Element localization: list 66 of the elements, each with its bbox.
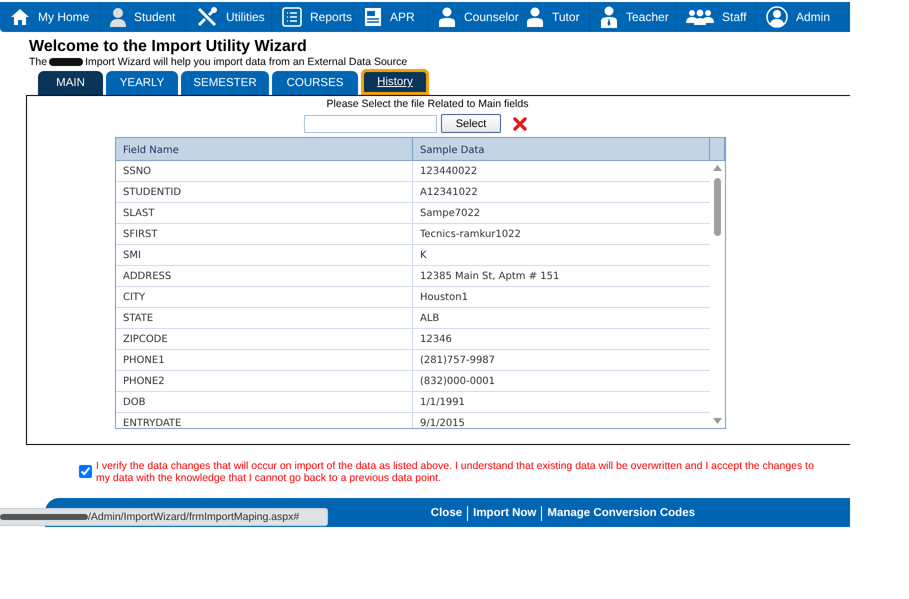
table-cell: SLAST xyxy=(116,203,413,223)
redaction-mark xyxy=(49,58,84,66)
table-cell: ENTRYDATE xyxy=(116,413,413,428)
nav-item[interactable]: Counselor xyxy=(428,2,516,32)
table-cell: SFIRST xyxy=(116,224,413,244)
nav-item[interactable]: Reports xyxy=(272,2,354,32)
nav-item[interactable]: Admin xyxy=(756,2,850,32)
close-icon[interactable] xyxy=(513,116,527,130)
table-cell-text: Houston1 xyxy=(419,291,469,305)
table-cell-text: Sampe7022 xyxy=(419,207,482,221)
person-icon xyxy=(110,7,126,27)
file-field[interactable] xyxy=(304,114,437,132)
person-icon xyxy=(600,6,618,28)
table-cell-text: 123440022 xyxy=(419,165,478,179)
table-cell: STUDENTID xyxy=(116,182,413,202)
table-cell-text: Tecnics-ramkur1022 xyxy=(419,228,522,242)
table-cell-text: A12341022 xyxy=(419,186,479,200)
tools-icon xyxy=(196,6,218,28)
nav-item[interactable]: Utilities xyxy=(186,2,272,32)
file-prompt: Please Select the file Related to Main fields xyxy=(326,98,530,111)
table-cell: CITY xyxy=(116,287,413,307)
table-cell-text: (832)000-0001 xyxy=(419,375,496,389)
tab[interactable]: SEMESTER xyxy=(181,71,269,95)
nav-item[interactable]: Teacher xyxy=(590,2,676,32)
column-header: Field Name xyxy=(116,138,413,160)
tab[interactable]: COURSES xyxy=(272,71,358,95)
person-icon xyxy=(438,7,456,27)
table-cell: ADDRESS xyxy=(116,266,413,286)
table-cell-text: 12385 Main St, Aptm # 151 xyxy=(419,270,560,284)
footer-link[interactable]: Import Now xyxy=(467,506,542,521)
table-cell: PHONE1 xyxy=(116,350,413,370)
table-cell-text: (281)757-9987 xyxy=(419,354,496,368)
subtitle: Import Wizard will help you import data from an External Data Source xyxy=(85,56,408,68)
footer-link[interactable]: Close xyxy=(426,506,468,521)
table-cell-text: 12346 xyxy=(419,333,453,347)
nav-item[interactable]: My Home xyxy=(0,2,100,32)
table-cell: STATE xyxy=(116,308,413,328)
page-title: Welcome to the Import Utility Wizard xyxy=(29,38,308,56)
tab[interactable]: History xyxy=(361,69,429,95)
subtitle: The xyxy=(29,56,48,68)
column-header: Sample Data xyxy=(413,138,710,160)
table-cell: ZIPCODE xyxy=(116,329,413,349)
table-cell-text: 1/1/1991 xyxy=(419,396,466,410)
tab[interactable]: MAIN xyxy=(38,71,103,95)
list-icon xyxy=(282,7,302,27)
table-cell-text: K xyxy=(419,249,428,263)
verify-statement: I verify the data changes that will occur on import of the data as listed above. I understand that existing data will be overwritten and I accept the changes to my data with the knowledge that I cannot go back to a previous data point. xyxy=(96,460,815,484)
person-icon xyxy=(526,7,544,27)
group-icon xyxy=(686,9,714,25)
table-cell: DOB xyxy=(116,392,413,412)
table-cell-text: 9/1/2015 xyxy=(419,417,466,428)
tab[interactable]: YEARLY xyxy=(106,71,178,95)
user-icon xyxy=(766,6,788,28)
nav-item[interactable]: Student xyxy=(100,2,186,32)
status-url: /Admin/ImportWizard/frmImportMaping.aspx# xyxy=(88,511,300,523)
table-cell: SSNO xyxy=(116,161,413,181)
verify-checkbox[interactable] xyxy=(79,465,92,478)
table-cell: SMI xyxy=(116,245,413,265)
nav-item[interactable]: APR xyxy=(354,2,428,32)
footer-link[interactable]: Manage Conversion Codes xyxy=(541,506,700,521)
table-cell-text: ALB xyxy=(419,312,440,326)
home-icon xyxy=(10,8,30,26)
nav-item[interactable]: Staff xyxy=(676,2,756,32)
table-cell: PHONE2 xyxy=(116,371,413,391)
select-button[interactable]: Select xyxy=(441,114,501,133)
document-icon xyxy=(364,7,382,27)
